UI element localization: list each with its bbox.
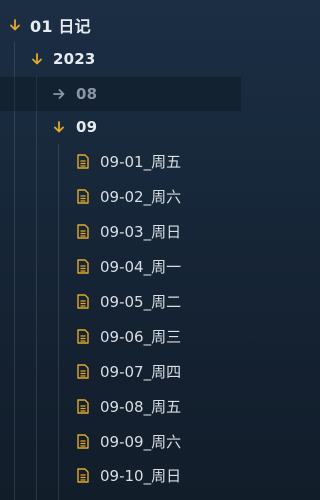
file-icon — [76, 153, 90, 169]
file-label: 09-05_周二 — [100, 292, 182, 311]
folder-label: 09 — [76, 118, 98, 136]
file-icon — [76, 467, 90, 483]
tree-file[interactable]: 09-10_周日 — [0, 458, 241, 492]
file-label: 09-06_周三 — [100, 327, 182, 346]
file-label: 09-02_周六 — [100, 187, 182, 206]
file-label: 09-03_周日 — [100, 222, 182, 241]
tree-file[interactable]: 09-06_周三 — [0, 319, 241, 353]
tree-file[interactable]: 09-05_周二 — [0, 284, 241, 318]
tree-file[interactable]: 09-02_周六 — [0, 179, 241, 213]
file-label: 09-09_周六 — [100, 432, 182, 451]
tree-file[interactable]: 09-03_周日 — [0, 214, 241, 248]
file-icon — [76, 223, 90, 239]
file-label: 09-10_周日 — [100, 466, 182, 485]
folder-label: 2023 — [53, 50, 96, 68]
tree-file[interactable]: 09-09_周六 — [0, 424, 241, 458]
chevron-down-icon — [8, 18, 22, 32]
file-label: 09-01_周五 — [100, 152, 182, 171]
file-label: 09-04_周一 — [100, 257, 182, 276]
file-icon — [76, 188, 90, 204]
file-label: 09-08_周五 — [100, 397, 182, 416]
tree-folder-diary[interactable]: 01 日记 — [0, 8, 241, 42]
tree-folder-2023[interactable]: 2023 — [0, 42, 241, 76]
file-tree: 01 日记 2023 08 09 09-01_周五 09-02_周六 09-03… — [0, 0, 241, 500]
tree-folder-09[interactable]: 09 — [0, 110, 241, 144]
chevron-down-icon — [52, 120, 66, 134]
file-icon — [76, 433, 90, 449]
file-icon — [76, 258, 90, 274]
chevron-right-icon — [52, 87, 66, 101]
tree-file[interactable]: 09-01_周五 — [0, 144, 241, 178]
file-icon — [76, 363, 90, 379]
tree-folder-08[interactable]: 08 — [0, 77, 241, 111]
file-icon — [76, 293, 90, 309]
folder-label: 01 日记 — [30, 17, 91, 36]
tree-file[interactable]: 09-08_周五 — [0, 389, 241, 423]
tree-file[interactable]: 09-04_周一 — [0, 249, 241, 283]
folder-label: 08 — [76, 85, 98, 103]
chevron-down-icon — [30, 52, 44, 66]
tree-file[interactable]: 09-07_周四 — [0, 354, 241, 388]
file-icon — [76, 398, 90, 414]
file-label: 09-07_周四 — [100, 362, 182, 381]
file-icon — [76, 328, 90, 344]
